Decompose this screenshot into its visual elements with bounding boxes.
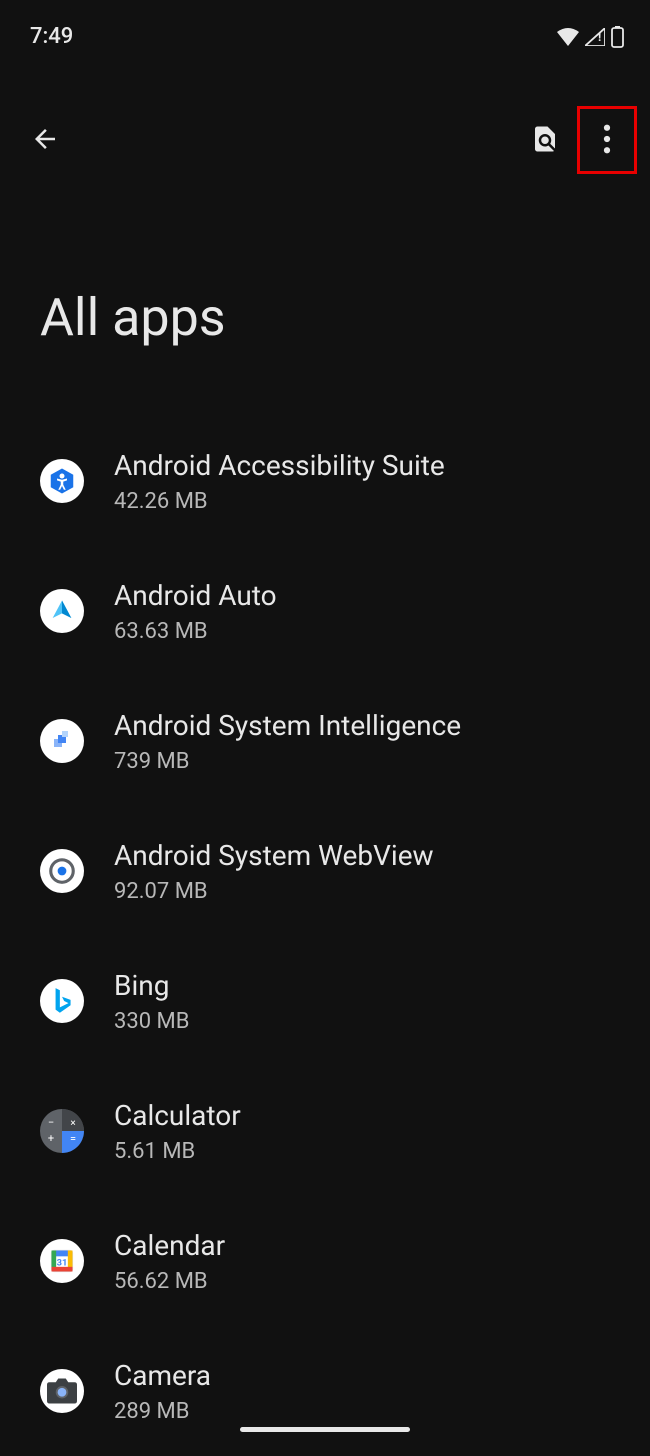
svg-text:31: 31	[57, 1258, 68, 1269]
app-icon-calendar: 31	[40, 1239, 84, 1283]
app-header	[0, 55, 650, 175]
app-icon-calculator: − × + =	[40, 1109, 84, 1153]
battery-icon	[611, 26, 624, 48]
more-options-button[interactable]	[582, 114, 632, 164]
app-item-bing[interactable]: Bing 330 MB	[0, 936, 650, 1066]
app-name: Android System Intelligence	[114, 708, 461, 744]
app-size: 5.61 MB	[114, 1139, 241, 1164]
status-bar: 7:49 !	[0, 0, 650, 55]
back-button[interactable]	[30, 124, 60, 154]
app-icon-camera	[40, 1369, 84, 1413]
app-name: Android System WebView	[114, 838, 434, 874]
app-name: Android Auto	[114, 578, 277, 614]
app-item-calculator[interactable]: − × + = Calculator 5.61 MB	[0, 1066, 650, 1196]
app-icon-system-intelligence	[40, 719, 84, 763]
app-list[interactable]: Android Accessibility Suite 42.26 MB And…	[0, 348, 650, 1456]
svg-text:−: −	[48, 1116, 54, 1129]
app-size: 92.07 MB	[114, 879, 434, 904]
find-in-page-icon	[530, 122, 560, 156]
status-time: 7:49	[30, 24, 73, 49]
svg-text:×: ×	[70, 1118, 75, 1129]
app-size: 56.62 MB	[114, 1269, 225, 1294]
app-icon-accessibility	[40, 459, 84, 503]
wifi-icon	[557, 28, 579, 46]
app-item-webview[interactable]: Android System WebView 92.07 MB	[0, 806, 650, 936]
page-title: All apps	[0, 175, 650, 348]
app-icon-bing	[40, 979, 84, 1023]
svg-text:+: +	[48, 1132, 54, 1145]
app-size: 330 MB	[114, 1009, 189, 1034]
svg-text:=: =	[70, 1132, 76, 1145]
app-item-camera[interactable]: Camera 289 MB	[0, 1326, 650, 1456]
app-icon-webview	[40, 849, 84, 893]
app-size: 42.26 MB	[114, 489, 445, 514]
arrow-left-icon	[30, 124, 60, 154]
app-size: 63.63 MB	[114, 619, 277, 644]
app-name: Android Accessibility Suite	[114, 448, 445, 484]
highlight-annotation	[577, 106, 637, 174]
app-item-accessibility-suite[interactable]: Android Accessibility Suite 42.26 MB	[0, 416, 650, 546]
app-name: Calculator	[114, 1098, 241, 1134]
app-size: 289 MB	[114, 1399, 211, 1424]
app-item-android-auto[interactable]: Android Auto 63.63 MB	[0, 546, 650, 676]
app-icon-auto	[40, 589, 84, 633]
svg-text:!: !	[598, 30, 601, 44]
signal-icon: !	[585, 28, 605, 46]
status-icons: !	[557, 26, 624, 48]
app-name: Camera	[114, 1358, 211, 1394]
search-in-page-button[interactable]	[530, 122, 560, 156]
app-item-system-intelligence[interactable]: Android System Intelligence 739 MB	[0, 676, 650, 806]
app-size: 739 MB	[114, 749, 461, 774]
app-item-calendar[interactable]: 31 Calendar 56.62 MB	[0, 1196, 650, 1326]
app-name: Calendar	[114, 1228, 225, 1264]
navigation-handle[interactable]	[240, 1427, 410, 1432]
app-name: Bing	[114, 968, 189, 1004]
